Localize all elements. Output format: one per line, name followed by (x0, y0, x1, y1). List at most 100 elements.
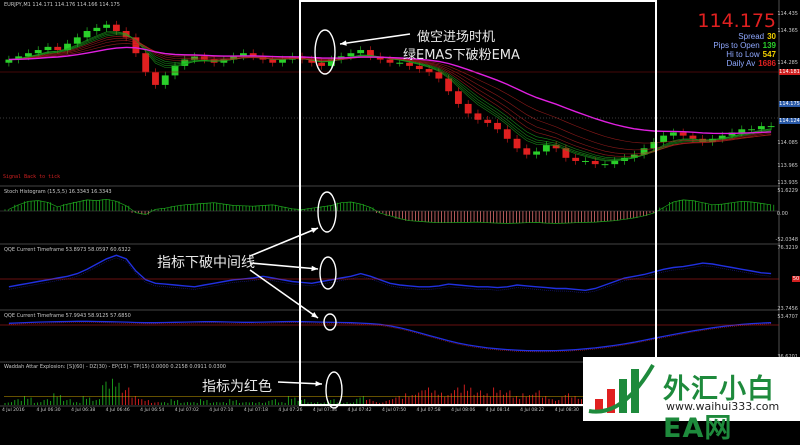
annotation-arrowhead (311, 227, 318, 233)
candle-body (464, 103, 472, 114)
y-tick: 114.435 (777, 11, 798, 17)
time-tick: 4 Jul 06:38 (71, 408, 96, 413)
qqe1-panel-title: QQE Current Timeframe 53.8973 58.0597 60… (4, 247, 131, 253)
highlight-ellipse (319, 256, 337, 290)
qqe1-mid-tag: 50 (792, 276, 800, 282)
current-price: 114.175 (697, 10, 776, 32)
candle-body (386, 59, 394, 63)
highlight-ellipse (314, 29, 336, 75)
y-tick: 113.935 (777, 180, 798, 186)
candle-body (582, 160, 589, 162)
stats-label: Spread (738, 32, 765, 41)
candle-body (679, 132, 687, 136)
stats-row: Daily Av 1686 (690, 59, 776, 68)
time-tick: 4 Jul 08:22 (520, 408, 545, 413)
candle-body (200, 56, 208, 60)
time-tick: 4 Jul 06:30 (36, 408, 61, 413)
time-tick: 4 Jul 07:34 (312, 408, 338, 413)
watermark-url: www.waihui333.com (666, 400, 780, 413)
time-tick: 4 Jul 06:46 (105, 408, 130, 413)
candle-body (73, 37, 81, 44)
qqe2-panel-title: QQE Current Timeframe 57.9943 58.9125 57… (4, 313, 131, 319)
candle-body (591, 160, 599, 165)
candle-body (112, 24, 120, 32)
candle-body (347, 53, 355, 57)
candle-body (103, 24, 111, 28)
candle-body (523, 148, 531, 155)
highlight-ellipse (317, 191, 337, 233)
wae-panel-title: Waddah Attar Explosion: [S](60) - DZ(30)… (4, 364, 226, 370)
annotation-arrow (249, 262, 319, 270)
time-tick: 4 Jul 08:06 (451, 408, 476, 413)
time-tick: 4 Jul 07:26 (278, 408, 303, 413)
annotation-indicator-red: 指标为红色 (202, 379, 272, 395)
stoch-y-tick: 0.00 (776, 211, 788, 217)
stats-label: Daily Av (726, 59, 756, 68)
annotation-break-midline: 指标下破中间线 (157, 255, 255, 271)
y-tick: 114.285 (777, 60, 798, 66)
time-tick: 4 Jul 07:50 (382, 408, 407, 413)
stats-value: 30 (767, 32, 776, 41)
candle-body (689, 135, 697, 139)
stats-row: Spread 30 (690, 32, 776, 41)
price-tag: 114.124 (779, 118, 800, 124)
candle-body (542, 145, 550, 152)
annotation-arrow (249, 269, 319, 319)
candle-body (44, 46, 52, 51)
stats-label: Hi to Low (726, 50, 760, 59)
candle-body (152, 72, 159, 85)
stats-value: 139 (762, 41, 776, 50)
candle-body (503, 129, 511, 139)
candle-body (83, 31, 91, 38)
price-stats-box: 114.175 Spread 30 Pips to Open 139 Hi to L… (690, 10, 776, 68)
stats-label: Pips to Open (713, 41, 760, 50)
annotation-ema-cross: 绿EMAS下破粉EMA (403, 48, 520, 63)
candle-body (406, 62, 413, 66)
annotation-arrowhead (315, 380, 322, 387)
annotation-arrow (249, 227, 319, 257)
y-tick: 114.365 (777, 28, 798, 34)
time-tick: 4 Jul 07:58 (416, 408, 441, 413)
y-tick: 114.085 (777, 140, 798, 146)
price-tag: 114.181 (779, 69, 800, 75)
stoch-histogram-bars (4, 198, 775, 224)
candle-body (484, 119, 492, 123)
candle-body (269, 59, 277, 63)
stats-value: 547 (762, 50, 776, 59)
candle-body (318, 62, 326, 66)
candle-body (34, 50, 42, 54)
qqe1-y-tick: 23.7456 (777, 306, 798, 312)
candle-body (513, 138, 521, 149)
candle-body (757, 126, 765, 130)
time-tick: 4 Jul 07:10 (209, 408, 234, 413)
stats-value: 1686 (758, 59, 776, 68)
candlestick-series (5, 20, 775, 168)
candle-body (767, 126, 775, 128)
candle-body (611, 160, 619, 165)
candle-body (474, 113, 482, 120)
main-panel-title: EURJPY,M1 114.171 114.176 114.166 114.17… (4, 2, 120, 8)
qqe1-y-tick: 76.3219 (777, 245, 798, 251)
candle-body (601, 164, 609, 166)
annotation-entry-timing: 做空进场时机 (417, 30, 496, 45)
stats-row: Pips to Open 139 (690, 41, 776, 50)
annotation-arrow (339, 33, 411, 45)
stoch-panel-title: Stoch Histogram (15,5,5) 16.3343 16.3343 (4, 189, 112, 195)
time-tick: 4 Jul 07:42 (347, 408, 372, 413)
watermark-bars-icon (588, 364, 655, 414)
candle-body (54, 46, 62, 51)
candle-body (161, 75, 169, 85)
time-tick: 4 Jul 08:30 (554, 408, 579, 413)
candle-body (748, 129, 755, 131)
candle-body (660, 135, 668, 142)
annotation-arrow (277, 381, 323, 385)
time-tick: 4 Jul 07:18 (243, 408, 268, 413)
time-tick: 4 Jul 08:14 (485, 408, 510, 413)
candle-body (357, 50, 365, 54)
time-tick: 4 Jul 06:54 (140, 408, 165, 413)
candle-body (93, 27, 101, 32)
candle-body (494, 122, 501, 130)
candle-body (454, 91, 462, 104)
candle-body (533, 151, 541, 155)
signal-text: Signal Back to tick (3, 174, 61, 180)
